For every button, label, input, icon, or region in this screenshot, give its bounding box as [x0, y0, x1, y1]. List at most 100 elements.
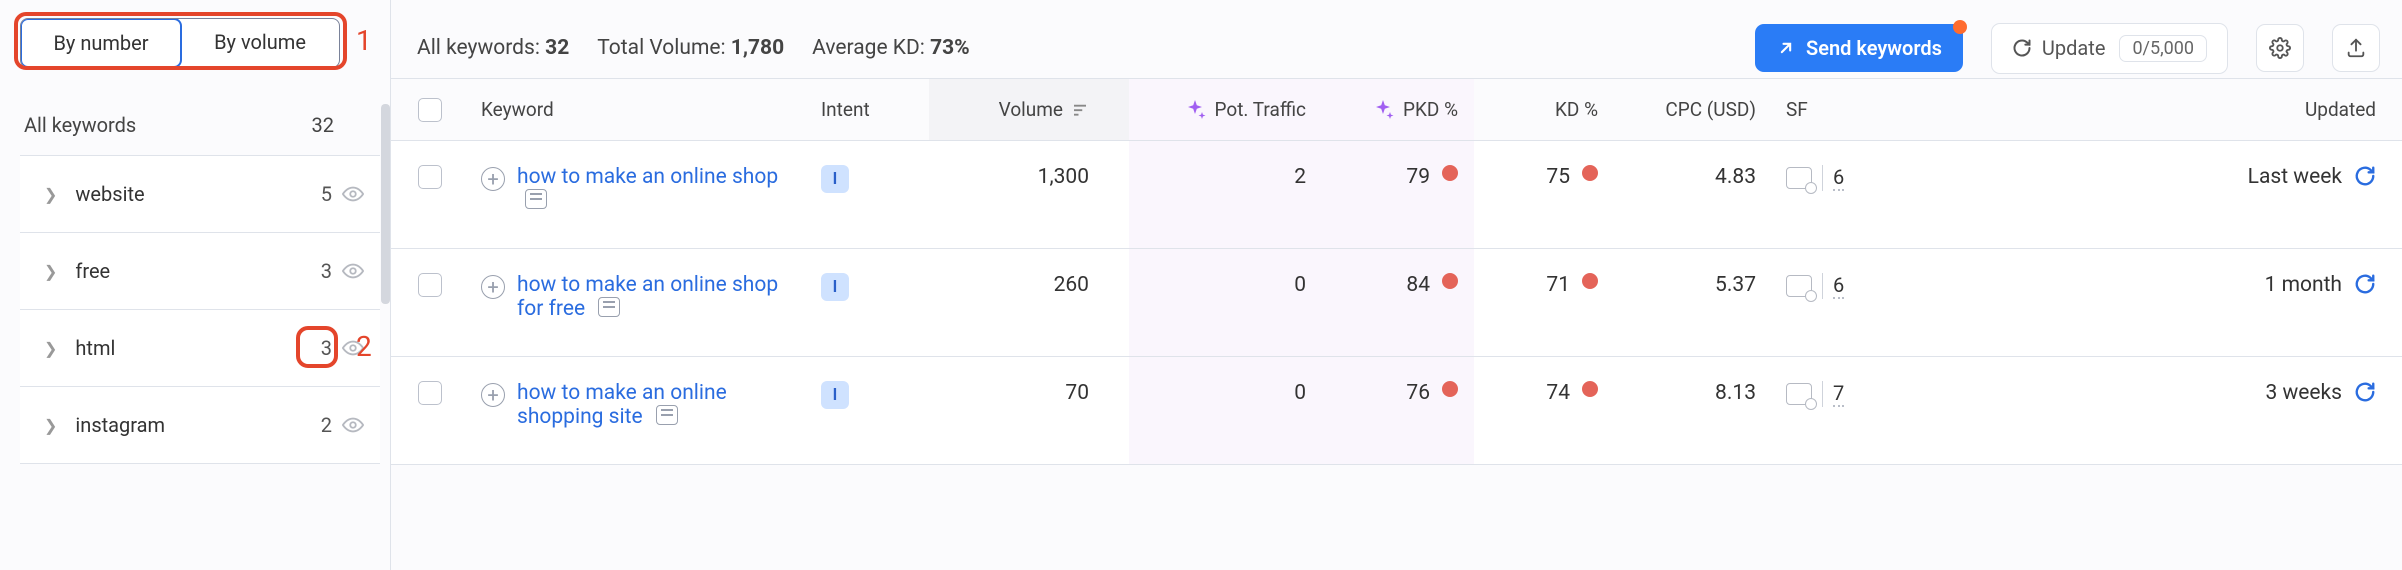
refresh-row-button[interactable]: [2354, 273, 2376, 295]
update-button[interactable]: Update 0/5,000: [1991, 23, 2228, 74]
difficulty-dot-icon: [1582, 381, 1598, 397]
group-name: free: [75, 259, 320, 283]
col-pot-traffic[interactable]: Pot. Traffic: [1129, 79, 1324, 140]
intent-badge: I: [821, 165, 849, 193]
intent-badge: I: [821, 273, 849, 301]
col-pkd[interactable]: PKD %: [1324, 79, 1474, 140]
table-row: + how to make an online shop I 1,300 2 7…: [391, 141, 2402, 249]
keyword-group-item[interactable]: ❯ website 5: [20, 156, 380, 233]
row-checkbox[interactable]: [418, 273, 442, 297]
col-volume[interactable]: Volume: [929, 79, 1129, 140]
all-keywords-summary[interactable]: All keywords 32: [20, 113, 380, 137]
update-quota: 0/5,000: [2119, 35, 2207, 62]
col-kd[interactable]: KD %: [1474, 98, 1614, 121]
expand-keyword-button[interactable]: +: [481, 167, 505, 191]
eye-icon[interactable]: [342, 414, 364, 436]
serp-icon[interactable]: [525, 189, 547, 209]
group-count: 3: [321, 259, 332, 283]
keyword-link[interactable]: how to make an online shopping site: [517, 381, 727, 429]
serp-features-cell[interactable]: 7: [1786, 381, 1844, 407]
kd-cell: 75: [1474, 141, 1614, 248]
settings-button[interactable]: [2256, 24, 2304, 72]
alert-dot-icon: [1953, 20, 1967, 34]
eye-icon[interactable]: [342, 260, 364, 282]
keyword-group-item[interactable]: ❯ instagram 2: [20, 387, 380, 464]
update-label: Update: [2042, 36, 2106, 60]
serp-features-cell[interactable]: 6: [1786, 273, 1844, 299]
sort-desc-icon: [1071, 101, 1089, 119]
scrollbar-thumb[interactable]: [381, 104, 390, 304]
col-pkd-label: PKD %: [1403, 98, 1458, 121]
keyword-link[interactable]: how to make an online shop: [517, 165, 778, 189]
sf-count: 6: [1833, 165, 1844, 191]
difficulty-dot-icon: [1582, 165, 1598, 181]
toolbar: All keywords: 32 Total Volume: 1,780 Ave…: [391, 0, 2402, 78]
sort-by-volume-button[interactable]: By volume: [181, 19, 339, 67]
difficulty-dot-icon: [1442, 381, 1458, 397]
col-cpc[interactable]: CPC (USD): [1614, 98, 1774, 121]
group-count: 2: [321, 413, 332, 437]
sf-count: 7: [1833, 381, 1844, 407]
col-sf[interactable]: SF: [1774, 98, 1924, 121]
group-name: html: [75, 336, 320, 360]
serp-icon[interactable]: [656, 405, 678, 425]
row-checkbox[interactable]: [418, 381, 442, 405]
table-header: Keyword Intent Volume Pot. Traffic PKD %…: [391, 79, 2402, 141]
col-updated[interactable]: Updated: [1924, 98, 2402, 121]
keyword-group-item[interactable]: ❯ html 3: [20, 310, 380, 387]
refresh-row-button[interactable]: [2354, 381, 2376, 403]
col-intent[interactable]: Intent: [809, 98, 929, 121]
keyword-cell: how to make an online shop: [517, 165, 797, 213]
sort-by-number-button[interactable]: By number: [20, 18, 182, 68]
cpc-cell: 4.83: [1614, 141, 1774, 248]
group-name: instagram: [75, 413, 320, 437]
chevron-right-icon: ❯: [44, 262, 57, 281]
pkd-cell: 84: [1324, 249, 1474, 356]
send-keywords-label: Send keywords: [1806, 36, 1942, 60]
expand-keyword-button[interactable]: +: [481, 275, 505, 299]
summary-stats: All keywords: 32 Total Volume: 1,780 Ave…: [417, 36, 970, 60]
cpc-cell: 5.37: [1614, 249, 1774, 356]
gear-icon: [2269, 37, 2291, 59]
table-row: + how to make an online shopping site I …: [391, 357, 2402, 465]
serp-icon[interactable]: [598, 297, 620, 317]
updated-cell: 3 weeks: [2265, 381, 2342, 405]
serp-features-icon: [1786, 275, 1812, 297]
refresh-icon: [2012, 38, 2032, 58]
keyword-group-item[interactable]: ❯ free 3: [20, 233, 380, 310]
col-pot-traffic-label: Pot. Traffic: [1215, 98, 1306, 121]
keyword-group-list: ❯ website 5 ❯ free 3 ❯ html 3 ❯ instagra…: [20, 155, 380, 464]
expand-keyword-button[interactable]: +: [481, 383, 505, 407]
send-arrow-icon: [1776, 38, 1796, 58]
group-count: 3: [321, 336, 332, 360]
chevron-right-icon: ❯: [44, 416, 57, 435]
row-checkbox[interactable]: [418, 165, 442, 189]
keyword-link[interactable]: how to make an online shop for free: [517, 273, 778, 321]
export-button[interactable]: [2332, 24, 2380, 72]
sparkle-icon: [1183, 98, 1207, 122]
difficulty-dot-icon: [1582, 273, 1598, 289]
stat-kd-label: Average KD:: [812, 36, 925, 60]
difficulty-dot-icon: [1442, 165, 1458, 181]
keyword-cell: how to make an online shop for free: [517, 273, 797, 321]
col-keyword[interactable]: Keyword: [469, 98, 809, 121]
serp-features-icon: [1786, 383, 1812, 405]
eye-icon[interactable]: [342, 183, 364, 205]
send-keywords-button[interactable]: Send keywords: [1755, 24, 1963, 72]
pkd-cell: 79: [1324, 141, 1474, 248]
volume-cell: 1,300: [929, 141, 1129, 248]
upload-icon: [2345, 37, 2367, 59]
updated-cell: 1 month: [2265, 273, 2342, 297]
sf-count: 6: [1833, 273, 1844, 299]
stat-vol-value: 1,780: [731, 36, 784, 60]
serp-features-icon: [1786, 167, 1812, 189]
stat-vol-label: Total Volume:: [597, 36, 725, 60]
group-count: 5: [321, 182, 332, 206]
refresh-row-button[interactable]: [2354, 165, 2376, 187]
stat-all-label: All keywords:: [417, 36, 540, 60]
col-volume-label: Volume: [999, 98, 1063, 121]
serp-features-cell[interactable]: 6: [1786, 165, 1844, 191]
annotation-number-1: 1: [356, 24, 372, 57]
all-keywords-label: All keywords: [24, 113, 136, 137]
select-all-checkbox[interactable]: [418, 98, 442, 122]
